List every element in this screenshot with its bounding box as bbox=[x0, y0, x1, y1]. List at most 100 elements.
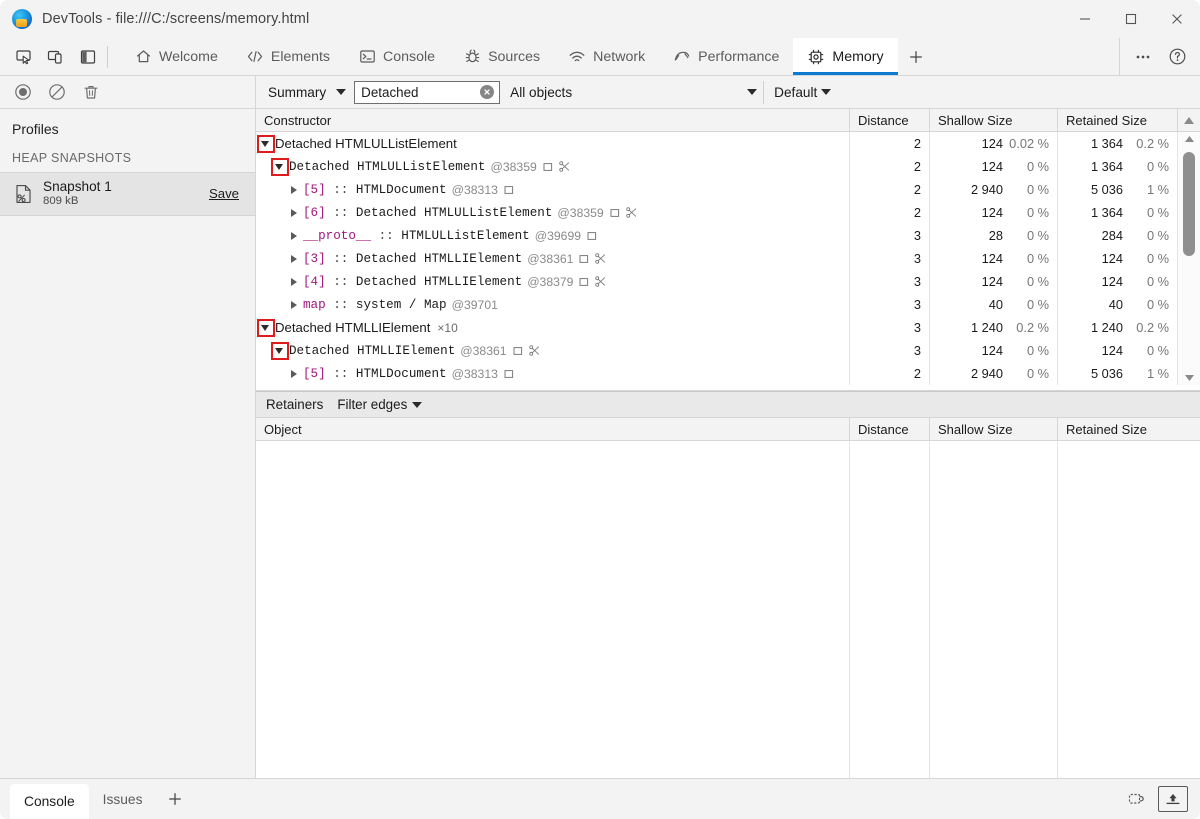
sort-ascending-icon[interactable] bbox=[1178, 109, 1200, 131]
view-select[interactable]: Summary bbox=[264, 85, 352, 100]
label-plain: Detached HTMLULListElement bbox=[275, 136, 457, 151]
collapse-triangle-icon[interactable] bbox=[271, 157, 289, 176]
column-header-shallow-size[interactable]: Shallow Size bbox=[930, 109, 1058, 131]
table-row[interactable]: Detached HTMLULListElement @38359 2 124 0 % 1… bbox=[256, 155, 1200, 178]
trash-icon[interactable] bbox=[76, 79, 106, 105]
record-circle-icon[interactable] bbox=[8, 79, 38, 105]
expand-triangle-icon[interactable] bbox=[288, 276, 300, 288]
column-header-retained-size[interactable]: Retained Size bbox=[1058, 109, 1178, 131]
distance-cell: 3 bbox=[850, 316, 930, 339]
scissors-icon[interactable] bbox=[595, 276, 606, 287]
maximize-button[interactable] bbox=[1108, 0, 1154, 38]
scroll-down-arrow-icon[interactable] bbox=[1184, 371, 1195, 385]
scrollbar-track[interactable] bbox=[1178, 146, 1200, 371]
table-row[interactable]: map :: system / Map @39701 3 40 0 % 40 0 % bbox=[256, 293, 1200, 316]
expand-triangle-icon[interactable] bbox=[288, 184, 300, 196]
filter-edges-select[interactable]: Filter edges bbox=[337, 397, 423, 412]
no-entry-icon[interactable] bbox=[42, 79, 72, 105]
retained-size-cell: 1 364 0 % bbox=[1058, 155, 1178, 178]
dom-node-icon[interactable] bbox=[504, 185, 514, 195]
column-header-retained-size[interactable]: Retained Size bbox=[1058, 418, 1200, 440]
scissors-icon[interactable] bbox=[559, 161, 570, 172]
inspect-cursor-icon[interactable] bbox=[8, 42, 40, 72]
dom-node-icon[interactable] bbox=[579, 277, 589, 287]
column-header-shallow-size[interactable]: Shallow Size bbox=[930, 418, 1058, 440]
scroll-up-arrow-icon[interactable] bbox=[1184, 132, 1195, 146]
collapse-triangle-icon[interactable] bbox=[257, 134, 275, 153]
scissors-icon[interactable] bbox=[595, 253, 606, 264]
dom-node-icon[interactable] bbox=[587, 231, 597, 241]
table-row[interactable]: [6] :: Detached HTMLULListElement @38359 2… bbox=[256, 201, 1200, 224]
column-header-distance[interactable]: Distance bbox=[850, 109, 930, 131]
shallow-size-cell: 28 0 % bbox=[930, 224, 1058, 247]
expand-triangle-icon[interactable] bbox=[288, 368, 300, 380]
console-sidebar-icon[interactable] bbox=[1122, 786, 1152, 812]
tab-elements[interactable]: Elements bbox=[232, 38, 344, 75]
expand-triangle-icon[interactable] bbox=[288, 253, 300, 265]
table-row[interactable]: [4] :: Detached HTMLLIElement @38379 3 124 0… bbox=[256, 270, 1200, 293]
chevron-down-icon bbox=[412, 401, 423, 408]
retained-size-cell: 1 364 0.2 % bbox=[1058, 132, 1178, 155]
tab-performance[interactable]: Performance bbox=[659, 38, 793, 75]
toolbar-divider bbox=[107, 45, 108, 68]
dock-drawer-icon[interactable] bbox=[1158, 786, 1188, 812]
expand-triangle-icon[interactable] bbox=[288, 299, 300, 311]
memory-panel: Summary All objects Default bbox=[256, 76, 1200, 778]
snapshot-list-item[interactable]: Snapshot 1 809 kB Save bbox=[0, 172, 255, 217]
ellipsis-icon[interactable] bbox=[1126, 40, 1160, 74]
retainers-shallow-column bbox=[930, 441, 1058, 778]
dom-node-icon[interactable] bbox=[504, 369, 514, 379]
table-row[interactable]: Detached HTMLLIElement ×10 3 1 240 0.2 % 1 24… bbox=[256, 316, 1200, 339]
table-row[interactable]: Detached HTMLULListElement 2 124 0.02 % 1 36… bbox=[256, 132, 1200, 155]
label-mono: system / Map bbox=[355, 297, 447, 312]
drawer-tabs: Console Issues bbox=[0, 779, 193, 819]
device-emulation-icon[interactable] bbox=[40, 42, 72, 72]
dom-node-icon[interactable] bbox=[543, 162, 553, 172]
table-row[interactable]: [5] :: HTMLDocument @38313 2 2 940 0 % 5 036 1… bbox=[256, 362, 1200, 385]
tab-welcome[interactable]: Welcome bbox=[120, 38, 232, 75]
base-select-value: Default bbox=[774, 84, 818, 100]
grid-vertical-scrollbar[interactable] bbox=[1178, 132, 1200, 385]
drawer-tab-console[interactable]: Console bbox=[10, 784, 89, 819]
column-header-distance[interactable]: Distance bbox=[850, 418, 930, 440]
dom-node-icon[interactable] bbox=[579, 254, 589, 264]
expand-triangle-icon[interactable] bbox=[288, 230, 300, 242]
tab-console[interactable]: Console bbox=[344, 38, 449, 75]
drawer-add-button[interactable] bbox=[157, 779, 193, 819]
table-row[interactable]: [3] :: Detached HTMLLIElement @38361 3 124 0… bbox=[256, 247, 1200, 270]
base-select[interactable]: Default bbox=[764, 84, 832, 100]
constructor-cell: [5] :: HTMLDocument @38313 bbox=[256, 362, 850, 385]
close-button[interactable] bbox=[1154, 0, 1200, 38]
column-header-constructor[interactable]: Constructor bbox=[256, 109, 850, 131]
class-filter-input[interactable] bbox=[355, 81, 500, 103]
table-row[interactable]: Detached HTMLLIElement @38361 3 124 0 % 124 0 … bbox=[256, 339, 1200, 362]
tab-label: Elements bbox=[270, 48, 331, 65]
dom-node-icon[interactable] bbox=[513, 346, 523, 356]
add-panel-button[interactable] bbox=[898, 38, 934, 75]
tab-network[interactable]: Network bbox=[554, 38, 659, 75]
scissors-icon[interactable] bbox=[625, 207, 637, 218]
dom-node-icon[interactable] bbox=[610, 208, 620, 218]
scissors-icon[interactable] bbox=[528, 345, 540, 356]
collapse-triangle-icon[interactable] bbox=[271, 341, 289, 360]
class-filter-input-wrap[interactable] bbox=[354, 80, 501, 104]
tab-memory[interactable]: Memory bbox=[793, 38, 898, 75]
scrollbar-thumb[interactable] bbox=[1183, 152, 1195, 256]
snapshot-size: 809 kB bbox=[43, 195, 79, 208]
table-row[interactable]: [5] :: HTMLDocument @38313 2 2 940 0 % 5 036 1… bbox=[256, 178, 1200, 201]
retainers-object-column bbox=[256, 441, 850, 778]
shallow-size-cell: 1 240 0.2 % bbox=[930, 316, 1058, 339]
minimize-button[interactable] bbox=[1062, 0, 1108, 38]
table-row[interactable]: __proto__ :: HTMLULListElement @39699 3 28 0… bbox=[256, 224, 1200, 247]
snapshot-save-link[interactable]: Save bbox=[209, 186, 245, 201]
dock-panel-icon[interactable] bbox=[72, 42, 104, 72]
expand-triangle-icon[interactable] bbox=[288, 207, 300, 219]
drawer-tab-issues[interactable]: Issues bbox=[89, 779, 157, 819]
collapse-triangle-icon[interactable] bbox=[257, 318, 275, 337]
clear-circle-icon[interactable] bbox=[480, 85, 495, 99]
question-circle-icon[interactable] bbox=[1160, 40, 1194, 74]
objects-select[interactable]: All objects bbox=[506, 80, 765, 104]
column-header-object[interactable]: Object bbox=[256, 418, 850, 440]
tab-sources[interactable]: Sources bbox=[449, 38, 554, 75]
retainers-section: Retainers Filter edges Object Distance S… bbox=[256, 391, 1200, 778]
